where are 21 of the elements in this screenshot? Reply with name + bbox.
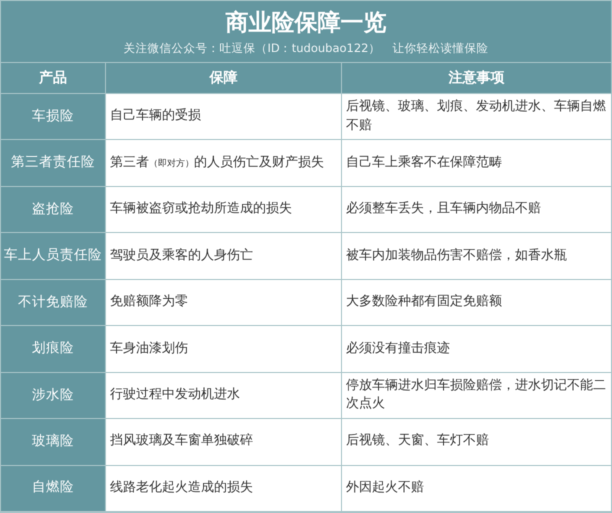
notes-cell: 必须没有撞击痕迹 (342, 326, 611, 373)
coverage-cell: 自己车辆的受损 (106, 94, 342, 140)
notes-cell: 停放车辆进水归车损险赔偿，进水切记不能二次点火 (342, 372, 611, 420)
coverage-cell: 挡风玻璃及车窗单独破碎 (106, 419, 342, 466)
notes-cell: 必须整车丢失，且车辆内物品不赔 (342, 186, 611, 234)
coverage-cell: 行驶过程中发动机进水 (106, 372, 342, 420)
column-header: 产品 (1, 63, 106, 94)
coverage-cell: 免赔额降为零 (106, 280, 342, 326)
subtitle: 关注微信公众号：吐逗保（ID：tudoubao122） 让你轻松读懂保险 (123, 41, 488, 56)
coverage-cell: 车辆被盗窃或抢劫所造成的损失 (106, 186, 342, 234)
notes-cell: 被车内加装物品伤害不赔偿，如香水瓶 (342, 233, 611, 280)
notes-cell: 自己车上乘客不在保障范畴 (342, 140, 611, 187)
notes-cell: 大多数险种都有固定免赔额 (342, 280, 611, 326)
table-title: 商业险保障一览 (226, 9, 386, 38)
coverage-cell: 第三者（即对方）的人员伤亡及财产损失 (106, 140, 342, 187)
notes-cell: 后视镜、玻璃、划痕、发动机进水、车辆自燃不赔 (342, 94, 611, 140)
notes-cell: 外因起火不赔 (342, 466, 611, 512)
coverage-cell: 车身油漆划伤 (106, 326, 342, 373)
notes-cell: 后视镜、天窗、车灯不赔 (342, 419, 611, 466)
coverage-cell: 驾驶员及乘客的人身伤亡 (106, 233, 342, 280)
coverage-cell: 线路老化起火造成的损失 (106, 466, 342, 512)
